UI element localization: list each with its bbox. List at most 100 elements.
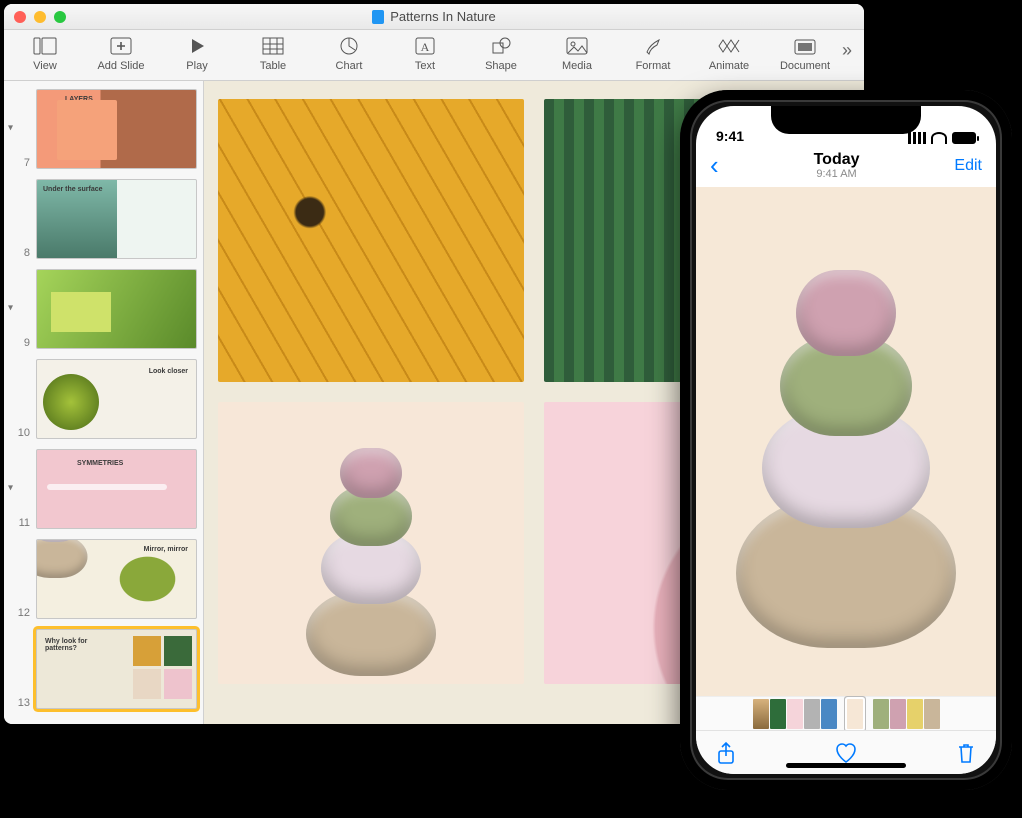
window-title-text: Patterns In Nature xyxy=(390,9,496,24)
scrubber-thumb[interactable] xyxy=(924,699,940,729)
slide-number: 8 xyxy=(14,247,30,259)
thumb-title: SYMMETRIES xyxy=(77,460,123,467)
slide-thumb-9[interactable]: ▾ 9 FRACTALS xyxy=(14,269,197,349)
slide-thumbnail[interactable]: SYMMETRIES xyxy=(36,449,197,529)
thumb-title: Look closer xyxy=(149,368,188,375)
slide-thumb-10[interactable]: 10 Look closer xyxy=(14,359,197,439)
format-label: Format xyxy=(636,60,671,72)
slide-thumb-7[interactable]: ▾ 7 LAYERS xyxy=(14,89,197,169)
scrubber-thumb[interactable] xyxy=(821,699,837,729)
slide-number: 12 xyxy=(14,607,30,619)
chevron-down-icon[interactable]: ▾ xyxy=(8,122,13,133)
slide-number: 11 xyxy=(14,517,30,529)
edit-button[interactable]: Edit xyxy=(954,157,982,175)
scrubber-thumb[interactable] xyxy=(873,699,889,729)
thumb-title: Why look for patterns? xyxy=(45,638,95,652)
keynote-document-icon xyxy=(372,10,384,24)
battery-icon xyxy=(952,132,976,144)
text-button[interactable]: A Text xyxy=(400,36,450,72)
slide-navigator[interactable]: ▾ 7 LAYERS 8 Under the surface ▾ 9 FRAC xyxy=(4,81,204,724)
text-icon: A xyxy=(411,36,439,56)
view-icon xyxy=(31,36,59,56)
slide-thumb-12[interactable]: 12 Mirror, mirror xyxy=(14,539,197,619)
photos-header: ‹ Today 9:41 AM Edit xyxy=(696,146,996,187)
animate-label: Animate xyxy=(709,60,749,72)
media-label: Media xyxy=(562,60,592,72)
iphone-device: 9:41 ‹ Today 9:41 AM Edit xyxy=(680,90,1012,790)
format-button[interactable]: Format xyxy=(628,36,678,72)
toolbar: View Add Slide Play Table Chart xyxy=(4,30,864,81)
photo-scrubber[interactable] xyxy=(696,696,996,730)
add-slide-button[interactable]: Add Slide xyxy=(96,36,146,72)
slide-thumb-13[interactable]: 13 Why look for patterns? xyxy=(14,629,197,709)
status-time: 9:41 xyxy=(716,128,744,144)
wifi-icon xyxy=(931,132,947,144)
notch xyxy=(771,106,921,134)
thumb-title: LAYERS xyxy=(65,96,93,103)
scrubber-thumb[interactable] xyxy=(907,699,923,729)
slide-thumbnail[interactable]: Under the surface xyxy=(36,179,197,259)
scrubber-thumb[interactable] xyxy=(804,699,820,729)
slide-number: 13 xyxy=(14,697,30,709)
slide-thumbnail[interactable]: Mirror, mirror xyxy=(36,539,197,619)
toolbar-overflow-button[interactable]: » xyxy=(842,40,852,61)
slide-thumbnail[interactable]: LAYERS xyxy=(36,89,197,169)
home-indicator[interactable] xyxy=(786,763,906,768)
thumb-title: Under the surface xyxy=(43,186,103,193)
media-button[interactable]: Media xyxy=(552,36,602,72)
chart-button[interactable]: Chart xyxy=(324,36,374,72)
chart-icon xyxy=(335,36,363,56)
play-button[interactable]: Play xyxy=(172,36,222,72)
scrubber-thumb[interactable] xyxy=(753,699,769,729)
slide-number: 10 xyxy=(14,427,30,439)
scrubber-thumb[interactable] xyxy=(787,699,803,729)
thumb-title: FRACTALS xyxy=(57,296,94,303)
animate-icon xyxy=(715,36,743,56)
header-title-group: Today 9:41 AM xyxy=(814,151,860,181)
shape-button[interactable]: Shape xyxy=(476,36,526,72)
iphone-screen: 9:41 ‹ Today 9:41 AM Edit xyxy=(696,106,996,774)
slide-number: 7 xyxy=(14,157,30,169)
chevron-down-icon[interactable]: ▾ xyxy=(8,302,13,313)
table-button[interactable]: Table xyxy=(248,36,298,72)
chevron-down-icon[interactable]: ▾ xyxy=(8,482,13,493)
media-icon xyxy=(563,36,591,56)
header-title: Today xyxy=(814,151,860,169)
delete-button[interactable] xyxy=(956,741,976,765)
shape-icon xyxy=(487,36,515,56)
scrubber-thumb-active[interactable] xyxy=(847,699,863,729)
view-button[interactable]: View xyxy=(20,36,70,72)
document-icon xyxy=(791,36,819,56)
play-icon xyxy=(183,36,211,56)
photo-urchin-stack[interactable] xyxy=(218,402,524,685)
slide-thumbnail[interactable]: FRACTALS xyxy=(36,269,197,349)
slide-thumb-11[interactable]: ▾ 11 SYMMETRIES xyxy=(14,449,197,529)
slide-thumb-8[interactable]: 8 Under the surface xyxy=(14,179,197,259)
slide-number: 9 xyxy=(14,337,30,349)
document-label: Document xyxy=(780,60,830,72)
text-label: Text xyxy=(415,60,435,72)
shape-label: Shape xyxy=(485,60,517,72)
plus-icon xyxy=(107,36,135,56)
thumb-title: Mirror, mirror xyxy=(144,546,188,553)
photo-honeycomb[interactable] xyxy=(218,99,524,382)
document-button[interactable]: Document xyxy=(780,36,830,72)
window-title: Patterns In Nature xyxy=(4,9,864,24)
favorite-button[interactable] xyxy=(833,741,859,765)
share-button[interactable] xyxy=(716,741,736,765)
scrubber-thumb[interactable] xyxy=(890,699,906,729)
table-label: Table xyxy=(260,60,286,72)
slide-thumbnail[interactable]: Why look for patterns? xyxy=(36,629,197,709)
back-button[interactable]: ‹ xyxy=(710,150,719,181)
view-label: View xyxy=(33,60,57,72)
titlebar: Patterns In Nature xyxy=(4,4,864,30)
add-slide-label: Add Slide xyxy=(97,60,144,72)
scrubber-thumb[interactable] xyxy=(770,699,786,729)
format-brush-icon xyxy=(639,36,667,56)
chart-label: Chart xyxy=(336,60,363,72)
slide-thumbnail[interactable]: Look closer xyxy=(36,359,197,439)
svg-text:A: A xyxy=(421,40,430,54)
photo-view[interactable] xyxy=(696,187,996,696)
signal-icon xyxy=(908,132,926,144)
animate-button[interactable]: Animate xyxy=(704,36,754,72)
